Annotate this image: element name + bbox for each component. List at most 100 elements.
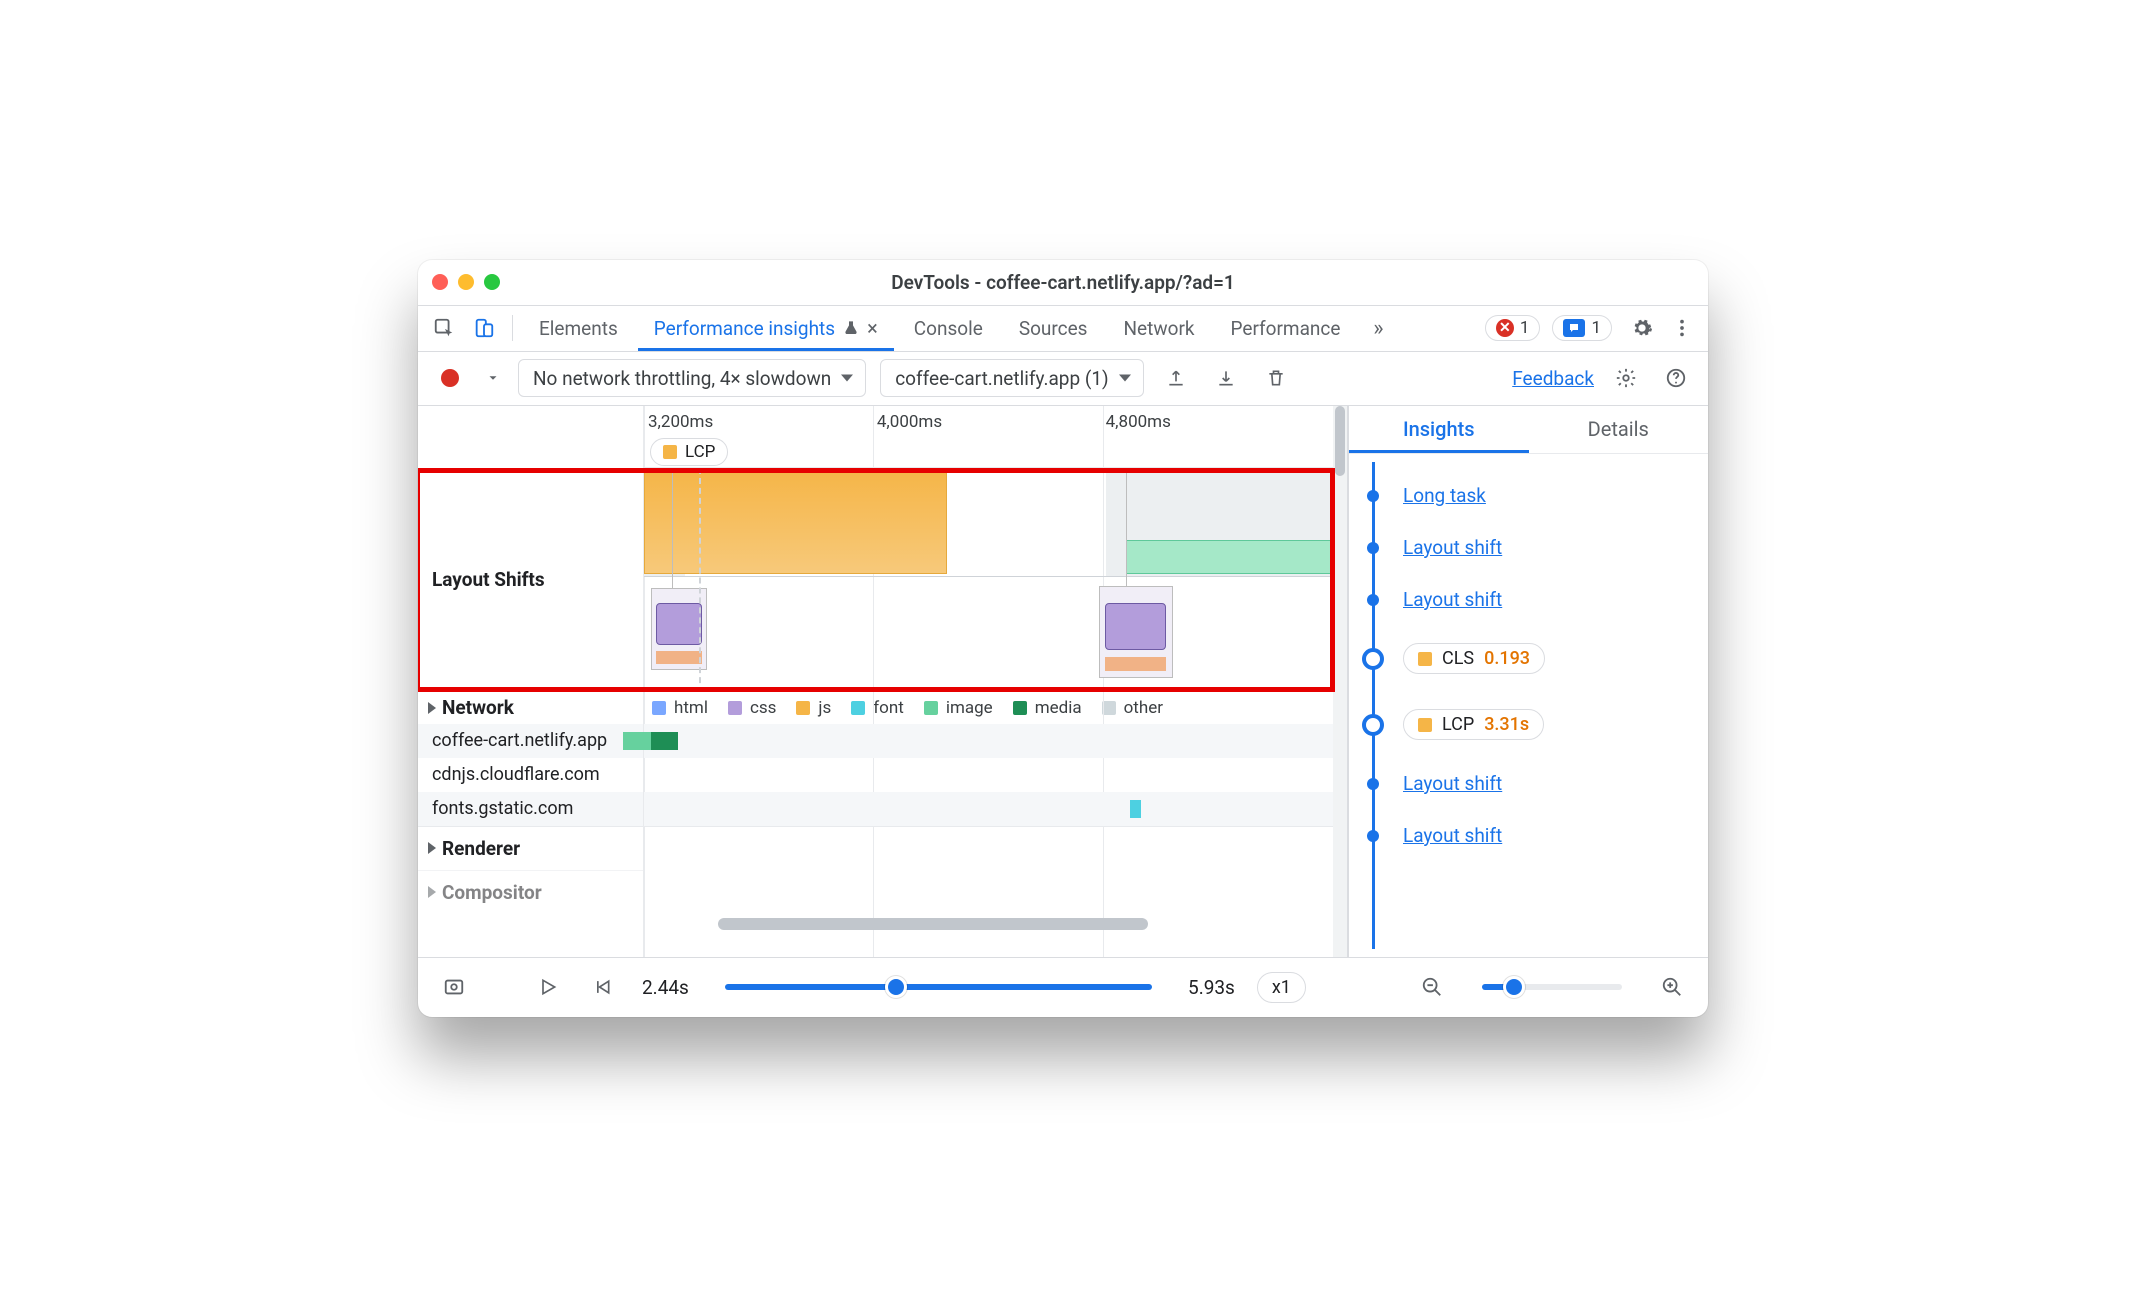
tab-label: Network (1124, 317, 1195, 340)
ruler-tick: 3,200ms (648, 412, 713, 432)
playback-speed[interactable]: x1 (1257, 972, 1306, 1003)
layout-shifts-label: Layout Shifts (418, 468, 644, 692)
expand-caret-icon (428, 842, 436, 854)
insights-list[interactable]: Long task Layout shift Layout shift (1349, 454, 1708, 957)
record-button[interactable] (432, 360, 468, 396)
cls-swatch (1418, 652, 1432, 666)
tab-performance[interactable]: Performance (1215, 306, 1357, 351)
error-icon: ✕ (1496, 319, 1514, 337)
tab-performance-insights[interactable]: Performance insights × (638, 306, 894, 351)
marker-stem (1126, 468, 1127, 588)
export-icon[interactable] (1158, 360, 1194, 396)
import-icon[interactable] (1208, 360, 1244, 396)
error-count-badge[interactable]: ✕ 1 (1485, 315, 1541, 341)
error-count: 1 (1520, 318, 1530, 338)
horizontal-scrollbar[interactable] (418, 914, 643, 932)
tab-insights[interactable]: Insights (1349, 406, 1529, 453)
divider (512, 315, 513, 341)
network-host-row[interactable]: coffee-cart.netlify.app (418, 724, 643, 758)
lcp-value: 3.31s (1484, 714, 1529, 735)
ruler-tick: 4,800ms (1106, 412, 1171, 432)
expand-caret-icon (428, 702, 436, 714)
layout-shifts-track[interactable] (644, 468, 1333, 692)
filmstrip-thumbnail[interactable] (1099, 586, 1173, 678)
zoom-out-icon[interactable] (1414, 969, 1450, 1005)
insight-metric-cls[interactable]: CLS 0.193 (1359, 626, 1688, 692)
tab-label: Elements (539, 317, 618, 340)
ruler-tick: 4,000ms (877, 412, 942, 432)
network-bars (644, 724, 1333, 826)
marker-stem (672, 468, 673, 588)
sidebar-tabs: Insights Details (1349, 406, 1708, 454)
time-ruler[interactable]: 3,200ms 4,000ms 4,800ms LCP (644, 406, 1333, 468)
tab-label: Performance insights (654, 317, 835, 340)
devtools-tabstrip: Elements Performance insights × Console … (418, 306, 1708, 352)
help-icon[interactable] (1658, 360, 1694, 396)
range-end: 5.93s (1188, 976, 1235, 999)
tab-elements[interactable]: Elements (523, 306, 634, 351)
settings-gear-icon[interactable] (1624, 310, 1660, 346)
window-titlebar: DevTools - coffee-cart.netlify.app/?ad=1 (418, 260, 1708, 306)
insights-sidebar: Insights Details Long task Layout shift (1348, 406, 1708, 957)
vertical-scrollbar[interactable] (1333, 406, 1347, 957)
recording-select[interactable]: coffee-cart.netlify.app (1) (880, 359, 1143, 397)
flask-icon (843, 320, 859, 336)
panel-settings-gear-icon[interactable] (1608, 360, 1644, 396)
play-icon[interactable] (530, 969, 566, 1005)
zoom-window-button[interactable] (484, 274, 500, 290)
ruler-gutter (418, 406, 644, 468)
throttling-value: No network throttling, 4× slowdown (533, 367, 831, 390)
network-host-row[interactable]: cdnjs.cloudflare.com (418, 758, 643, 792)
network-hosts: coffee-cart.netlify.app cdnjs.cloudflare… (418, 724, 644, 826)
compositor-section-header[interactable]: Compositor (418, 870, 643, 914)
network-section-header[interactable]: Network (418, 692, 644, 724)
request-bar[interactable] (1130, 800, 1141, 818)
legend-swatch-image (924, 701, 938, 715)
feedback-link[interactable]: Feedback (1512, 367, 1594, 390)
lcp-marker-chip[interactable]: LCP (650, 438, 728, 466)
throttling-select[interactable]: No network throttling, 4× slowdown (518, 359, 866, 397)
tab-network[interactable]: Network (1108, 306, 1211, 351)
tab-sources[interactable]: Sources (1003, 306, 1104, 351)
delete-icon[interactable] (1258, 360, 1294, 396)
zoom-in-icon[interactable] (1654, 969, 1690, 1005)
expand-caret-icon (428, 886, 436, 898)
toggle-visibility-icon[interactable] (436, 969, 472, 1005)
insight-link[interactable]: Layout shift (1403, 588, 1502, 611)
renderer-section-header[interactable]: Renderer (418, 826, 643, 870)
insight-link[interactable]: Layout shift (1403, 772, 1502, 795)
minimize-window-button[interactable] (458, 274, 474, 290)
insight-item[interactable]: Layout shift (1359, 574, 1688, 626)
insight-item[interactable]: Layout shift (1359, 758, 1688, 810)
insight-metric-lcp[interactable]: LCP 3.31s (1359, 692, 1688, 758)
close-tab-icon[interactable]: × (867, 316, 878, 340)
inspect-element-icon[interactable] (426, 310, 462, 346)
insight-item[interactable]: Long task (1359, 470, 1688, 522)
device-toolbar-icon[interactable] (466, 310, 502, 346)
request-bar[interactable] (623, 732, 651, 750)
insight-link[interactable]: Layout shift (1403, 824, 1502, 847)
tab-console[interactable]: Console (898, 306, 999, 351)
zoom-slider[interactable] (1482, 984, 1622, 990)
insight-link[interactable]: Layout shift (1403, 536, 1502, 559)
kebab-menu-icon[interactable] (1664, 310, 1700, 346)
tab-label: Sources (1019, 317, 1088, 340)
compositor-heading: Compositor (442, 881, 542, 904)
network-host-row[interactable]: fonts.gstatic.com (418, 792, 643, 826)
more-tabs-icon[interactable]: » (1360, 310, 1396, 346)
insight-link[interactable]: Long task (1403, 484, 1486, 507)
extra-sections: Renderer Compositor (418, 826, 644, 957)
record-options-dropdown[interactable] (482, 360, 504, 396)
insight-item[interactable]: Layout shift (1359, 810, 1688, 862)
close-window-button[interactable] (432, 274, 448, 290)
time-range-slider[interactable] (725, 984, 1152, 990)
legend-swatch-font (851, 701, 865, 715)
message-count-badge[interactable]: 1 (1552, 315, 1612, 341)
tab-details[interactable]: Details (1529, 406, 1709, 453)
insight-item[interactable]: Layout shift (1359, 522, 1688, 574)
recording-value: coffee-cart.netlify.app (1) (895, 367, 1108, 390)
message-count: 1 (1591, 318, 1601, 338)
panel-body: 3,200ms 4,000ms 4,800ms LCP Layout Shift… (418, 406, 1708, 1017)
skip-back-icon[interactable] (584, 969, 620, 1005)
activity-block-js (644, 468, 947, 574)
